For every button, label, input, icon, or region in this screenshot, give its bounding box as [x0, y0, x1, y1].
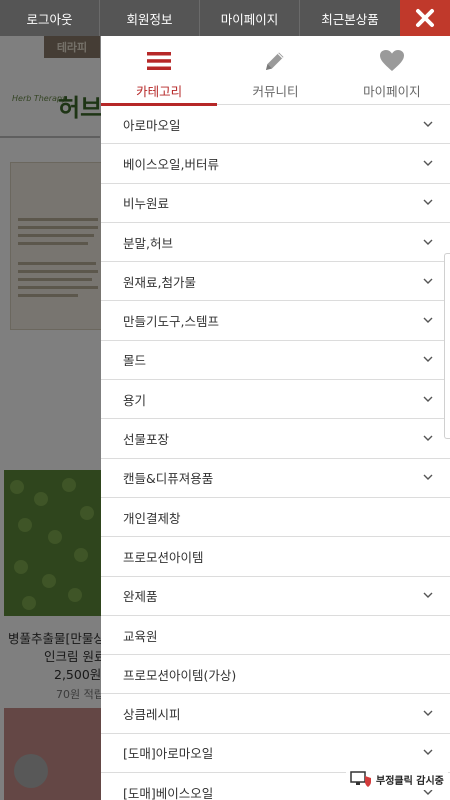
- category-label: 원재료,첨가물: [123, 274, 196, 290]
- tab-mypage-label: 마이페이지: [363, 84, 421, 99]
- category-item[interactable]: 분말,허브: [101, 223, 450, 263]
- fraud-click-badge: 부정클릭 감시중: [346, 768, 448, 790]
- chevron-down-icon[interactable]: [422, 708, 434, 720]
- chevron-down-icon[interactable]: [422, 393, 434, 405]
- scroll-handle[interactable]: [444, 253, 450, 439]
- category-label: 베이스오일,버터류: [123, 156, 219, 172]
- recently-viewed-link[interactable]: 최근본상품: [300, 0, 400, 36]
- drawer-tabs: 카테고리 커뮤니티 마이페이지: [101, 36, 450, 106]
- category-item[interactable]: 교육원: [101, 616, 450, 656]
- logout-link[interactable]: 로그아웃: [0, 0, 100, 36]
- chevron-down-icon[interactable]: [422, 275, 434, 287]
- category-label: 캔들&디퓨져용품: [123, 471, 214, 487]
- category-item[interactable]: 베이스오일,버터류: [101, 144, 450, 184]
- tab-category[interactable]: 카테고리: [101, 36, 218, 106]
- chevron-down-icon[interactable]: [422, 118, 434, 130]
- category-label: 개인결제창: [123, 510, 181, 526]
- category-label: 완제품: [123, 589, 158, 605]
- category-label: 선물포장: [123, 432, 170, 448]
- top-bar: 로그아웃 회원정보 마이페이지 최근본상품: [0, 0, 450, 36]
- chevron-down-icon[interactable]: [422, 315, 434, 327]
- tab-community[interactable]: 커뮤니티: [217, 36, 333, 105]
- category-item[interactable]: 만들기도구,스템프: [101, 301, 450, 341]
- category-label: [도매]베이스오일: [123, 785, 214, 800]
- category-item[interactable]: 캔들&디퓨져용품: [101, 459, 450, 498]
- category-item[interactable]: 원재료,첨가물: [101, 262, 450, 302]
- category-item[interactable]: 프로모션아이템: [101, 537, 450, 577]
- category-label: 만들기도구,스템프: [123, 314, 219, 330]
- tab-category-label: 카테고리: [136, 84, 183, 99]
- category-label: 프로모션아이템: [123, 549, 204, 565]
- category-label: 교육원: [123, 628, 158, 644]
- tab-mypage[interactable]: 마이페이지: [334, 36, 450, 105]
- tab-community-label: 커뮤니티: [252, 84, 299, 99]
- category-item[interactable]: 아로마오일: [101, 105, 450, 145]
- category-label: 용기: [123, 392, 147, 408]
- category-label: [도매]아로마오일: [123, 746, 214, 762]
- category-item[interactable]: 용기: [101, 380, 450, 420]
- chevron-down-icon[interactable]: [422, 433, 434, 445]
- category-label: 분말,허브: [123, 235, 173, 251]
- chevron-down-icon[interactable]: [422, 747, 434, 759]
- mypage-link[interactable]: 마이페이지: [200, 0, 300, 36]
- category-label: 몰드: [123, 353, 147, 369]
- close-drawer-button[interactable]: [400, 0, 450, 36]
- hamburger-icon: [147, 52, 172, 70]
- chevron-down-icon[interactable]: [422, 157, 434, 169]
- category-item[interactable]: 몰드: [101, 341, 450, 381]
- chevron-down-icon[interactable]: [422, 236, 434, 248]
- shield-monitor-icon: [350, 771, 371, 787]
- chevron-down-icon[interactable]: [422, 197, 434, 209]
- category-label: 비누원료: [123, 196, 170, 212]
- category-label: 아로마오일: [123, 117, 181, 133]
- fraud-badge-text: 부정클릭 감시중: [376, 775, 444, 787]
- category-label: 상큼레시피: [123, 707, 181, 723]
- chevron-down-icon[interactable]: [422, 590, 434, 602]
- category-list: 아로마오일베이스오일,버터류비누원료분말,허브원재료,첨가물만들기도구,스템프몰…: [101, 105, 450, 800]
- pencil-icon: [266, 52, 284, 70]
- category-item[interactable]: 개인결제창: [101, 498, 450, 538]
- member-info-link[interactable]: 회원정보: [100, 0, 200, 36]
- heart-icon: [379, 50, 404, 71]
- category-item[interactable]: 선물포장: [101, 419, 450, 459]
- side-drawer: 카테고리 커뮤니티 마이페이지 아로마오일베이스오일,버터류비누원료분말,허브원…: [101, 36, 450, 800]
- category-label: 프로모션아이템(가상): [123, 667, 237, 683]
- close-x-icon: [416, 9, 434, 27]
- category-item[interactable]: 프로모션아이템(가상): [101, 655, 450, 695]
- chevron-down-icon[interactable]: [422, 354, 434, 366]
- chevron-down-icon[interactable]: [422, 472, 434, 484]
- category-item[interactable]: 비누원료: [101, 184, 450, 223]
- category-item[interactable]: 완제품: [101, 577, 450, 616]
- category-item[interactable]: 상큼레시피: [101, 694, 450, 734]
